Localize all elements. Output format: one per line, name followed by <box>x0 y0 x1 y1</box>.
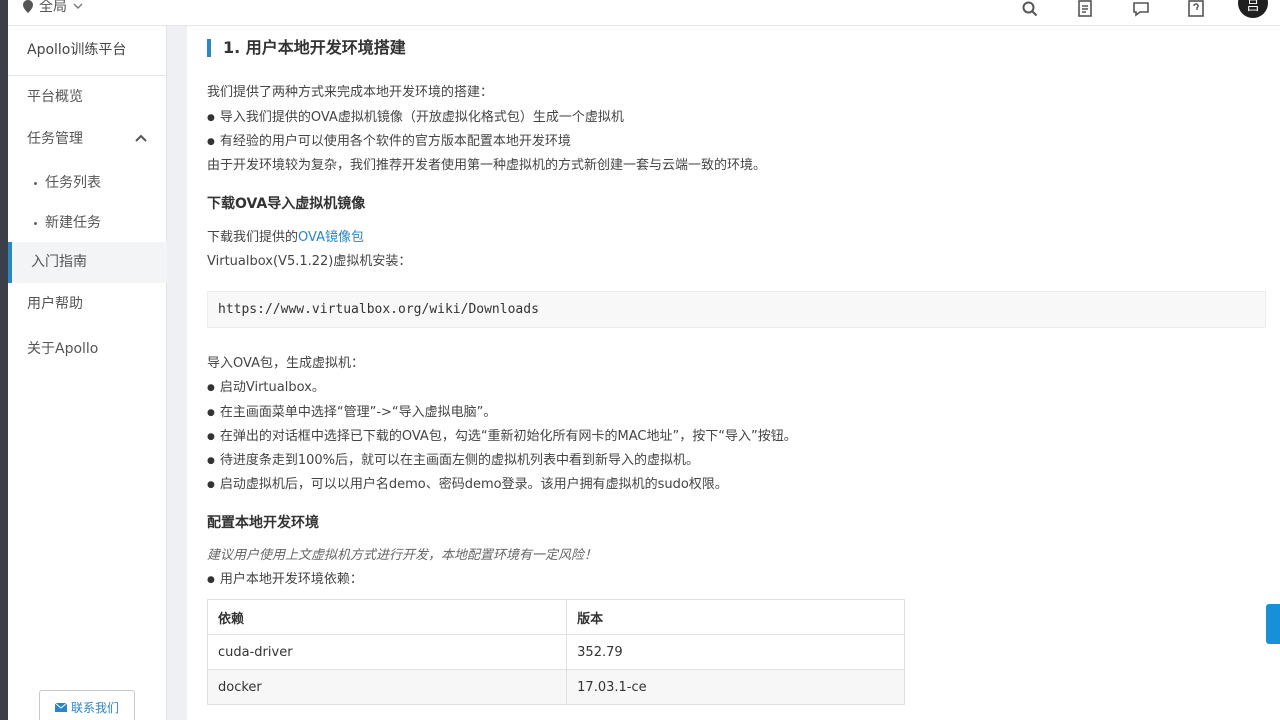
import-step: 在弹出的对话框中选择已下载的OVA包，勾选“重新初始化所有网卡的MAC地址”，按… <box>207 425 797 444</box>
column-header: 依赖 <box>206 599 568 635</box>
table-cell: 352.79 <box>566 634 905 670</box>
import-step: 在主画面菜单中选择“管理”->“导入虚拟电脑”。 <box>207 401 497 420</box>
bullet-dot <box>34 221 37 225</box>
region-label: 全局 <box>39 0 67 15</box>
sidebar-item-about-apollo[interactable]: 关于Apollo <box>8 338 167 358</box>
sidebar-item-overview[interactable]: 平台概览 <box>8 86 167 106</box>
table-row: cuda-driver 352.79 <box>206 634 905 670</box>
section-heading-config: 配置本地开发环境 <box>207 515 319 531</box>
import-step: 待进度条走到100%后，就可以在主画面左侧的虚拟机列表中看到新导入的虚拟机。 <box>207 449 699 468</box>
import-step: 启动虚拟机后，可以以用户名demo、密码demo登录。该用户拥有虚拟机的sudo… <box>207 473 728 492</box>
bullet-dot <box>34 181 37 185</box>
table-header-row: 依赖 版本 <box>206 599 905 635</box>
chevron-up-icon <box>135 134 147 142</box>
table-cell: docker <box>206 669 568 705</box>
region-selector[interactable]: 全局 <box>23 0 83 16</box>
sidebar-item-task-management[interactable]: 任务管理 <box>8 128 167 148</box>
download-prefix: 下载我们提供的 <box>207 230 299 245</box>
contact-us-label: 联系我们 <box>70 700 119 715</box>
top-bar: 全局 吕 <box>8 0 1280 26</box>
deps-intro: 用户本地开发环境依赖： <box>207 568 363 587</box>
intro-bullet: 有经验的用户可以使用各个软件的官方版本配置本地开发环境 <box>207 130 571 149</box>
sidebar-item-task-list[interactable]: 任务列表 <box>8 172 167 192</box>
mail-icon <box>54 702 67 712</box>
sidebar-item-label: 用户帮助 <box>27 296 83 312</box>
location-pin-icon <box>23 0 33 13</box>
sidebar-item-label: 任务管理 <box>27 131 83 147</box>
sidebar: Apollo训练平台 平台概览 任务管理 任务列表 新建任务 入门指南 用户帮助… <box>8 26 167 720</box>
sidebar-item-label: 入门指南 <box>31 254 87 270</box>
table-cell: cuda-driver <box>206 634 568 670</box>
sidebar-item-user-help[interactable]: 用户帮助 <box>8 293 167 313</box>
page-title: 1. 用户本地开发环境搭建 <box>207 39 406 57</box>
dependency-table: 依赖 版本 cuda-driver 352.79 docker 17.03.1-… <box>206 599 905 705</box>
recommend-text: 由于开发环境较为复杂，我们推荐开发者使用第一种虚拟机的方式新创建一套与云端一致的… <box>207 158 767 173</box>
warning-text: 建议用户使用上文虚拟机方式进行开发，本地配置环境有一定风险！ <box>207 548 598 563</box>
virtualbox-install-text: Virtualbox(V5.1.22)虚拟机安装： <box>207 254 412 269</box>
intro-bullet: 导入我们提供的OVA虚拟机镜像（开放虚拟化格式包）生成一个虚拟机 <box>207 106 624 125</box>
section-heading-download: 下载OVA导入虚拟机镜像 <box>207 196 366 212</box>
import-step: 启动Virtualbox。 <box>207 376 325 395</box>
sidebar-item-label: 新建任务 <box>45 215 101 231</box>
ova-download-link[interactable]: OVA镜像包 <box>298 230 364 245</box>
chevron-down-icon <box>73 3 83 9</box>
sidebar-item-label: 平台概览 <box>27 89 83 105</box>
content-gutter <box>167 26 187 720</box>
chat-icon[interactable] <box>1132 0 1150 18</box>
contact-us-button[interactable]: 联系我们 <box>39 690 135 720</box>
sidebar-item-label: 任务列表 <box>45 175 101 191</box>
import-title: 导入OVA包，生成虚拟机： <box>207 356 364 371</box>
code-block-url: https://www.virtualbox.org/wiki/Download… <box>207 291 1266 328</box>
sidebar-item-new-task[interactable]: 新建任务 <box>8 212 167 232</box>
floating-feedback-button[interactable] <box>1266 604 1280 644</box>
table-row: docker 17.03.1-ce <box>206 669 905 705</box>
help-icon[interactable] <box>1187 0 1205 18</box>
sidebar-title: Apollo训练平台 <box>8 26 166 76</box>
intro-text: 我们提供了两种方式来完成本地开发环境的搭建： <box>207 85 494 100</box>
user-avatar[interactable]: 吕 <box>1238 0 1268 18</box>
column-header: 版本 <box>566 599 905 635</box>
sidebar-item-getting-started[interactable]: 入门指南 <box>8 242 167 283</box>
search-icon[interactable] <box>1021 0 1039 18</box>
document-icon[interactable] <box>1076 0 1094 18</box>
table-cell: 17.03.1-ce <box>566 669 905 705</box>
download-line: 下载我们提供的OVA镜像包 <box>207 226 364 245</box>
left-edge-strip <box>0 0 8 720</box>
sidebar-item-label: 关于Apollo <box>27 341 99 357</box>
main-content: 1. 用户本地开发环境搭建 我们提供了两种方式来完成本地开发环境的搭建： 导入我… <box>187 26 1280 720</box>
